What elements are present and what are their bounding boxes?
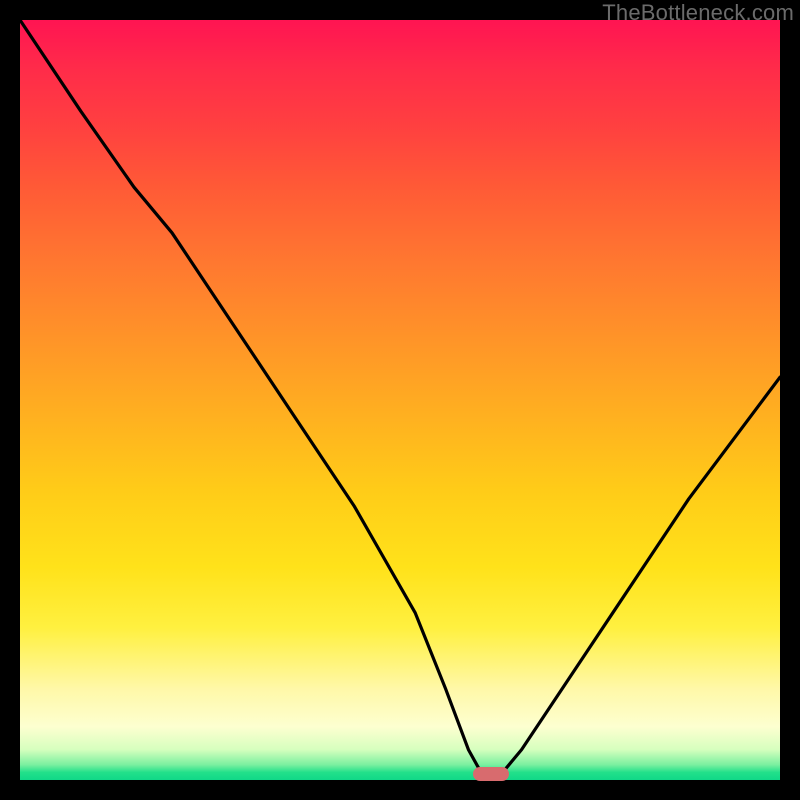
bottleneck-curve — [20, 20, 780, 780]
watermark-text: TheBottleneck.com — [602, 0, 794, 26]
plot-area — [20, 20, 780, 780]
chart-frame: TheBottleneck.com — [0, 0, 800, 800]
optimal-marker — [473, 767, 509, 781]
